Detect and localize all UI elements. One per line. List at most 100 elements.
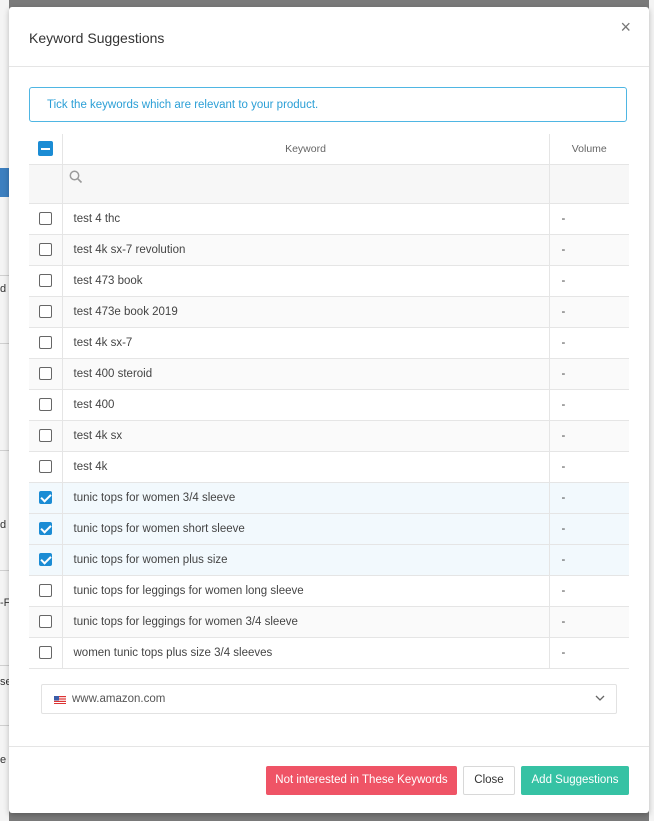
keyword-cell: tunic tops for women short sleeve	[61, 513, 549, 545]
row-checkbox[interactable]	[38, 460, 52, 473]
row-checkbox-cell	[29, 265, 62, 297]
keyword-column-header[interactable]: Keyword	[61, 134, 549, 165]
marketplace-selected-value: www.amazon.com	[72, 693, 166, 705]
keyword-cell: test 473e book 2019	[61, 296, 549, 328]
table-row[interactable]: women tunic tops plus size 3/4 sleeves -	[29, 637, 629, 669]
row-checkbox-cell	[29, 513, 62, 545]
volume-cell: -	[548, 203, 629, 235]
volume-cell: -	[548, 451, 629, 483]
keyword-cell: test 4k sx-7 revolution	[61, 234, 549, 266]
add-suggestions-button[interactable]: Add Suggestions	[521, 766, 629, 795]
volume-cell: -	[548, 575, 629, 607]
row-checkbox[interactable]	[38, 429, 52, 442]
table-row[interactable]: test 4k sx -	[29, 420, 629, 452]
row-checkbox[interactable]	[38, 274, 52, 287]
table-row[interactable]: test 4 thc -	[29, 203, 629, 235]
row-checkbox[interactable]	[38, 584, 52, 597]
volume-column-header[interactable]: Volume	[548, 134, 629, 165]
table-row[interactable]: test 4k -	[29, 451, 629, 483]
row-checkbox[interactable]	[38, 243, 52, 256]
table-row[interactable]: tunic tops for women short sleeve -	[29, 513, 629, 545]
row-checkbox[interactable]	[38, 212, 52, 225]
keyword-table: Keyword Volume test 4 thc - test 4k sx-7 r…	[29, 134, 629, 669]
volume-cell: -	[548, 234, 629, 266]
row-checkbox-cell	[29, 358, 62, 390]
row-checkbox-cell	[29, 451, 62, 483]
row-checkbox-cell	[29, 482, 62, 514]
keyword-filter-cell[interactable]	[61, 164, 549, 204]
background-header-bar	[0, 168, 9, 197]
table-header-row: Keyword Volume	[29, 134, 629, 165]
row-checkbox-cell	[29, 575, 62, 607]
keyword-cell: tunic tops for women plus size	[61, 544, 549, 576]
info-callout: Tick the keywords which are relevant to …	[29, 87, 627, 122]
volume-filter-cell[interactable]	[548, 164, 629, 204]
row-checkbox[interactable]	[38, 305, 52, 318]
background-divider	[0, 665, 9, 666]
row-checkbox[interactable]	[38, 646, 52, 659]
keyword-cell: test 400	[61, 389, 549, 421]
modal-title: Keyword Suggestions	[29, 30, 165, 46]
row-checkbox[interactable]	[38, 553, 52, 566]
row-checkbox-cell	[29, 544, 62, 576]
table-row[interactable]: tunic tops for leggings for women 3/4 sl…	[29, 606, 629, 638]
row-checkbox[interactable]	[38, 615, 52, 628]
keyword-cell: test 4k sx	[61, 420, 549, 452]
table-row[interactable]: test 473e book 2019-	[29, 296, 629, 328]
background-divider	[0, 275, 9, 276]
volume-cell: -	[548, 606, 629, 638]
row-checkbox-cell	[29, 420, 62, 452]
close-button[interactable]: Close	[463, 766, 515, 795]
marketplace-select[interactable]: www.amazon.com	[41, 684, 617, 714]
row-checkbox[interactable]	[38, 367, 52, 380]
row-checkbox[interactable]	[38, 398, 52, 411]
volume-cell: -	[548, 513, 629, 545]
keyword-cell: test 4k sx-7	[61, 327, 549, 359]
table-row[interactable]: test 473 book -	[29, 265, 629, 297]
background-divider	[0, 450, 9, 451]
select-all-cell	[29, 134, 62, 165]
row-checkbox[interactable]	[38, 336, 52, 349]
modal-header: Keyword Suggestions ×	[9, 7, 649, 67]
keyword-cell: tunic tops for leggings for women 3/4 sl…	[61, 606, 549, 638]
row-checkbox-cell	[29, 389, 62, 421]
modal-footer: Not interested in These Keywords Close A…	[9, 746, 649, 814]
table-row[interactable]: tunic tops for women plus size -	[29, 544, 629, 576]
row-checkbox-cell	[29, 606, 62, 638]
not-interested-button[interactable]: Not interested in These Keywords	[266, 766, 457, 795]
keyword-cell: test 473 book	[61, 265, 549, 297]
volume-cell: -	[548, 296, 629, 328]
table-row[interactable]: test 4k sx-7-	[29, 327, 629, 359]
row-checkbox-cell	[29, 296, 62, 328]
keyword-cell: test 4 thc	[61, 203, 549, 235]
row-checkbox-cell	[29, 234, 62, 266]
volume-cell: -	[548, 544, 629, 576]
table-row[interactable]: test 400-	[29, 389, 629, 421]
filter-row	[29, 164, 629, 204]
volume-cell: -	[548, 637, 629, 669]
select-all-checkbox[interactable]	[37, 141, 53, 157]
volume-cell: -	[548, 389, 629, 421]
keyword-cell: tunic tops for leggings for women long s…	[61, 575, 549, 607]
keyword-cell: test 4k	[61, 451, 549, 483]
table-row[interactable]: test 400 steroid -	[29, 358, 629, 390]
volume-cell: -	[548, 265, 629, 297]
row-checkbox[interactable]	[38, 491, 52, 504]
search-icon	[69, 170, 82, 183]
table-row[interactable]: tunic tops for women 3/4 sleeve -	[29, 482, 629, 514]
background-page-left	[0, 0, 9, 821]
background-divider	[0, 570, 9, 571]
table-row[interactable]: tunic tops for leggings for women long s…	[29, 575, 629, 607]
row-checkbox-cell	[29, 327, 62, 359]
row-checkbox[interactable]	[38, 522, 52, 535]
close-icon[interactable]: ×	[620, 18, 631, 36]
volume-cell: -	[548, 420, 629, 452]
background-text-fragment: d	[0, 283, 7, 295]
volume-cell: -	[548, 327, 629, 359]
keyword-cell: women tunic tops plus size 3/4 sleeves	[61, 637, 549, 669]
keyword-cell: tunic tops for women 3/4 sleeve	[61, 482, 549, 514]
keyword-cell: test 400 steroid	[61, 358, 549, 390]
table-row[interactable]: test 4k sx-7 revolution -	[29, 234, 629, 266]
volume-cell: -	[548, 358, 629, 390]
background-page-right	[649, 0, 654, 821]
